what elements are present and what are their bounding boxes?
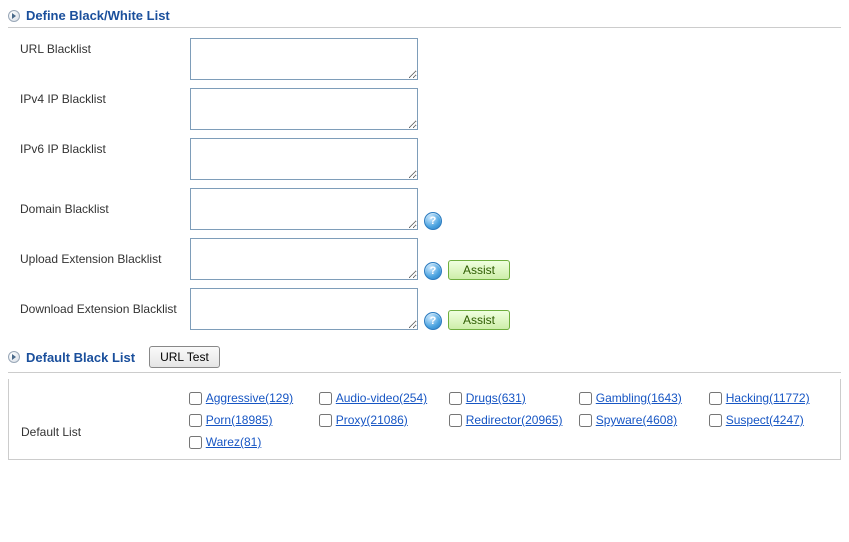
category-item: Porn(18985) xyxy=(189,413,319,427)
category-checkbox[interactable] xyxy=(449,392,462,405)
category-item: Suspect(4247) xyxy=(709,413,839,427)
category-item: Aggressive(129) xyxy=(189,391,319,405)
category-link[interactable]: Hacking(11772) xyxy=(726,391,810,405)
textarea-ipv4-blacklist[interactable] xyxy=(190,88,418,130)
category-item: Hacking(11772) xyxy=(709,391,839,405)
section-define-blackwhite-header: Define Black/White List xyxy=(8,6,841,28)
category-checkbox[interactable] xyxy=(449,414,462,427)
textarea-ipv6-blacklist[interactable] xyxy=(190,138,418,180)
category-checkbox[interactable] xyxy=(319,392,332,405)
category-grid: Aggressive(129) Audio-video(254) Drugs(631… xyxy=(189,391,840,449)
row-download-ext-blacklist: Download Extension Blacklist ? Assist xyxy=(8,284,841,334)
section-default-blacklist-header: Default Black List URL Test xyxy=(8,344,841,373)
collapse-toggle-icon[interactable] xyxy=(8,10,20,22)
category-item: Proxy(21086) xyxy=(319,413,449,427)
category-checkbox[interactable] xyxy=(189,436,202,449)
category-checkbox[interactable] xyxy=(189,414,202,427)
category-item: Audio-video(254) xyxy=(319,391,449,405)
category-link[interactable]: Suspect(4247) xyxy=(726,413,804,427)
category-item: Spyware(4608) xyxy=(579,413,709,427)
blackwhite-form: URL Blacklist IPv4 IP Blacklist IPv6 IP … xyxy=(8,34,841,334)
category-link[interactable]: Aggressive(129) xyxy=(206,391,293,405)
category-link[interactable]: Drugs(631) xyxy=(466,391,526,405)
textarea-upload-ext-blacklist[interactable] xyxy=(190,238,418,280)
category-link[interactable]: Spyware(4608) xyxy=(596,413,677,427)
category-checkbox[interactable] xyxy=(709,392,722,405)
category-checkbox[interactable] xyxy=(579,414,592,427)
row-upload-ext-blacklist: Upload Extension Blacklist ? Assist xyxy=(8,234,841,284)
category-link[interactable]: Warez(81) xyxy=(206,435,262,449)
label-url-blacklist: URL Blacklist xyxy=(8,38,190,56)
section-title: Define Black/White List xyxy=(26,8,170,23)
category-item: Drugs(631) xyxy=(449,391,579,405)
category-link[interactable]: Gambling(1643) xyxy=(596,391,682,405)
category-item: Gambling(1643) xyxy=(579,391,709,405)
row-ipv4-blacklist: IPv4 IP Blacklist xyxy=(8,84,841,134)
assist-button[interactable]: Assist xyxy=(448,310,510,330)
category-item: Redirector(20965) xyxy=(449,413,579,427)
label-default-list: Default List xyxy=(9,401,189,439)
url-test-button[interactable]: URL Test xyxy=(149,346,220,368)
textarea-domain-blacklist[interactable] xyxy=(190,188,418,230)
category-checkbox[interactable] xyxy=(189,392,202,405)
help-icon[interactable]: ? xyxy=(424,262,442,280)
label-download-ext-blacklist: Download Extension Blacklist xyxy=(8,302,190,316)
label-upload-ext-blacklist: Upload Extension Blacklist xyxy=(8,252,190,266)
help-icon[interactable]: ? xyxy=(424,212,442,230)
default-blacklist-panel: Default List Aggressive(129) Audio-video(… xyxy=(8,379,841,460)
category-checkbox[interactable] xyxy=(579,392,592,405)
section-title: Default Black List xyxy=(26,350,135,365)
label-ipv4-blacklist: IPv4 IP Blacklist xyxy=(8,88,190,106)
category-item: Warez(81) xyxy=(189,435,319,449)
category-checkbox[interactable] xyxy=(709,414,722,427)
textarea-download-ext-blacklist[interactable] xyxy=(190,288,418,330)
row-ipv6-blacklist: IPv6 IP Blacklist xyxy=(8,134,841,184)
category-link[interactable]: Proxy(21086) xyxy=(336,413,408,427)
label-ipv6-blacklist: IPv6 IP Blacklist xyxy=(8,138,190,156)
category-checkbox[interactable] xyxy=(319,414,332,427)
textarea-url-blacklist[interactable] xyxy=(190,38,418,80)
collapse-toggle-icon[interactable] xyxy=(8,351,20,363)
category-link[interactable]: Audio-video(254) xyxy=(336,391,427,405)
assist-button[interactable]: Assist xyxy=(448,260,510,280)
category-link[interactable]: Porn(18985) xyxy=(206,413,273,427)
help-icon[interactable]: ? xyxy=(424,312,442,330)
row-domain-blacklist: Domain Blacklist ? xyxy=(8,184,841,234)
label-domain-blacklist: Domain Blacklist xyxy=(8,202,190,216)
category-link[interactable]: Redirector(20965) xyxy=(466,413,563,427)
row-url-blacklist: URL Blacklist xyxy=(8,34,841,84)
